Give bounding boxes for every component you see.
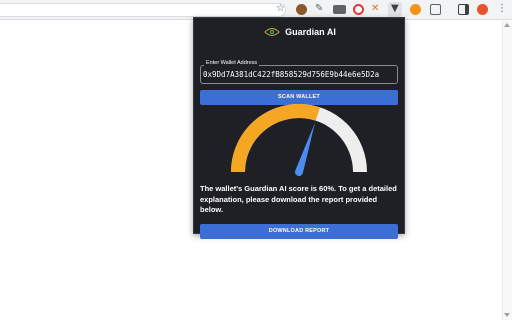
- sidebar-icon[interactable]: [458, 4, 469, 15]
- score-gauge: [231, 104, 367, 176]
- translate-icon[interactable]: [333, 5, 346, 14]
- guardian-icon[interactable]: ▼: [391, 2, 399, 16]
- bitcoin-icon[interactable]: [410, 4, 421, 15]
- tools-icon[interactable]: ✕: [371, 2, 379, 16]
- popup-header: Guardian AI: [194, 22, 406, 42]
- score-message: The wallet's Guardian AI score is 60%. T…: [200, 184, 397, 214]
- gauge-fill: [231, 104, 321, 173]
- extension-icon[interactable]: [296, 4, 307, 15]
- wallet-field-label: Enter Wallet Address: [204, 59, 260, 67]
- eyedropper-icon[interactable]: ✎: [315, 2, 323, 16]
- gauge-needle: [295, 122, 316, 176]
- wallet-address-input[interactable]: [203, 67, 396, 82]
- menu-icon[interactable]: ⋮: [497, 2, 507, 16]
- scroll-down-icon[interactable]: [504, 313, 510, 317]
- popup-title: Guardian AI: [285, 27, 336, 37]
- download-report-button[interactable]: DOWNLOAD REPORT: [200, 224, 398, 239]
- opera-icon[interactable]: [353, 4, 364, 15]
- scroll-up-icon[interactable]: [504, 23, 510, 27]
- guardian-logo-icon: [264, 28, 280, 36]
- bookmark-star-icon[interactable]: ☆: [276, 2, 285, 16]
- profile-icon[interactable]: [477, 4, 488, 15]
- address-bar[interactable]: [0, 3, 286, 17]
- scrollbar[interactable]: [502, 21, 512, 320]
- guardian-popup: Guardian AI Enter Wallet Address SCAN WA…: [193, 17, 406, 239]
- puzzle-icon[interactable]: [430, 4, 441, 15]
